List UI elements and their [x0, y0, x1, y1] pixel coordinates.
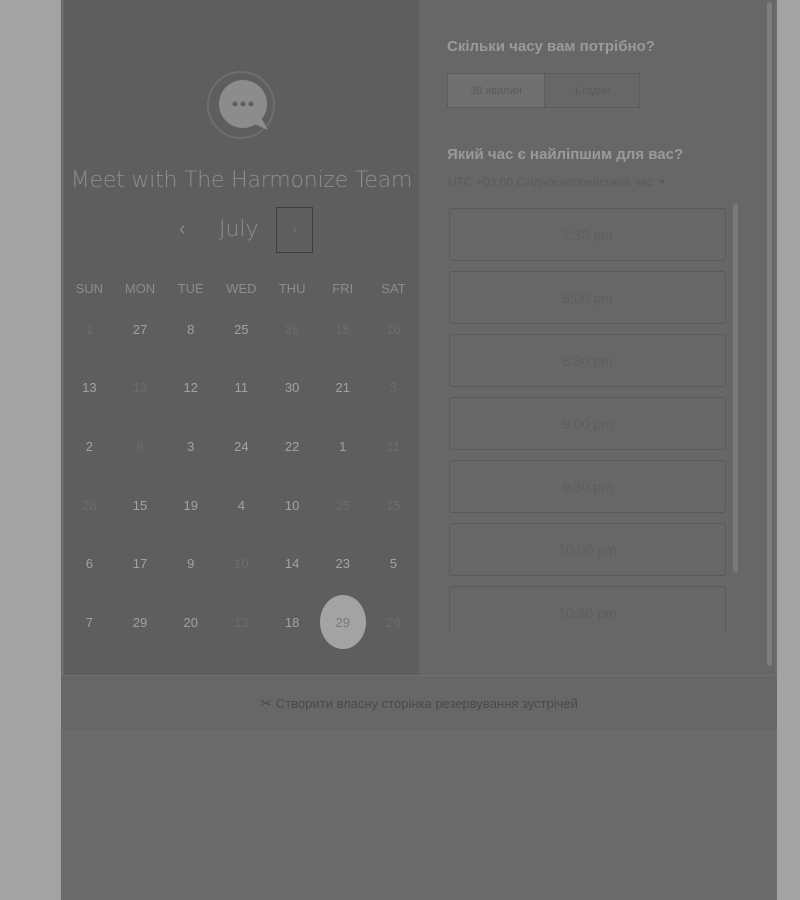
next-month-button[interactable]: ›: [276, 207, 313, 253]
month-navigation: ‹ July ›: [64, 206, 419, 254]
calendar-day: 3: [389, 380, 398, 396]
calendar-day: 13: [234, 614, 249, 630]
page-title: Meet with The Harmonize Team: [70, 168, 413, 193]
calendar-day: 18: [335, 321, 351, 337]
calendar-day[interactable]: 20: [165, 615, 216, 630]
calendar-day[interactable]: 29: [115, 615, 166, 630]
calendar-day[interactable]: 24: [216, 439, 267, 454]
footer-link-text: Створити власну сторінка резервування зу…: [275, 695, 578, 711]
calendar-day: 25: [335, 497, 351, 513]
chat-bubble-icon: [206, 64, 276, 146]
calendar-day[interactable]: 6: [64, 556, 115, 571]
time-slot-button[interactable]: 10:00 pm: [449, 523, 726, 576]
calendar-week: 6 17 9 10 14 23 5: [64, 534, 419, 593]
calendar-day[interactable]: 25: [216, 322, 267, 337]
calendar-day: 1: [85, 321, 93, 337]
calendar-day: 10: [234, 556, 249, 572]
calendar-week: 1 27 8 25 26 18 16: [64, 300, 419, 359]
calendar-day[interactable]: 1: [317, 439, 368, 454]
calendar-week: 28 15 19 4 10 25 15: [64, 476, 419, 535]
calendar-day: 11: [386, 438, 401, 454]
weekday-label: FRI: [332, 281, 354, 296]
calendar-day[interactable]: 5: [368, 556, 419, 571]
timezone-label: UTC +03:00 Східноєвропейський час: [448, 175, 653, 189]
calendar-day[interactable]: 8: [165, 322, 216, 337]
month-label: July: [219, 217, 259, 242]
calendar-week: 13 13 12 11 30 21 3: [64, 359, 419, 418]
calendar-day[interactable]: 30: [267, 380, 318, 395]
time-slot-button[interactable]: 7:30 pm: [449, 208, 726, 261]
scissors-icon: ✂: [260, 694, 272, 711]
chevron-left-icon[interactable]: ‹: [179, 218, 186, 241]
duration-30min-button[interactable]: 30 хвилин: [448, 74, 545, 107]
calendar-day[interactable]: 12: [165, 380, 216, 395]
duration-question: Скільки часу вам потрібно?: [447, 38, 655, 55]
calendar-day[interactable]: 10: [267, 498, 318, 513]
footer: ✂ Створити власну сторінка резервування …: [61, 675, 777, 730]
selected-day-label: 29: [319, 595, 366, 650]
duration-selector: 30 хвилин 1 годин: [447, 73, 640, 108]
calendar-day[interactable]: 18: [267, 615, 318, 630]
calendar-day: 28: [82, 497, 97, 513]
time-slot-list: 7:30 pm 8:00 pm 8:30 pm 9:00 pm 9:30 pm 10:00…: [449, 208, 726, 633]
calendar-week: 2 6 3 24 22 1 11: [64, 417, 419, 476]
timezone-selector[interactable]: UTC +03:00 Східноєвропейський час ▼: [448, 175, 667, 189]
time-slot-button[interactable]: 9:00 pm: [449, 397, 726, 450]
create-booking-page-link[interactable]: ✂ Створити власну сторінка резервування …: [260, 695, 578, 712]
weekday-label: TUE: [177, 281, 204, 296]
calendar-day[interactable]: 11: [216, 380, 267, 395]
calendar-week: 7 29 20 13 18 29 26: [64, 593, 419, 652]
time-slot-scrollbar[interactable]: [733, 204, 738, 572]
weekday-label: THU: [278, 281, 306, 296]
calendar-day[interactable]: 27: [115, 322, 166, 337]
caret-down-icon: ▼: [657, 177, 667, 187]
calendar-day[interactable]: 14: [267, 556, 318, 571]
chevron-right-icon: ›: [291, 221, 298, 238]
page-scrollbar[interactable]: [767, 2, 772, 666]
calendar-day[interactable]: 23: [317, 556, 368, 571]
calendar-day[interactable]: 19: [165, 498, 216, 513]
calendar-day[interactable]: 17: [115, 556, 166, 571]
calendar-day: 15: [386, 497, 401, 513]
calendar-day[interactable]: 13: [64, 380, 115, 395]
calendar-day: 13: [132, 380, 148, 396]
calendar-day[interactable]: 22: [267, 439, 318, 454]
calendar-day[interactable]: 9: [165, 556, 216, 571]
calendar-day[interactable]: 2: [64, 439, 115, 454]
calendar-day[interactable]: 4: [216, 498, 267, 513]
weekday-label: MON: [124, 281, 156, 296]
time-slot-button[interactable]: 9:30 pm: [449, 460, 726, 513]
weekday-label: WED: [226, 281, 257, 296]
calendar-day: 26: [386, 614, 401, 630]
calendar-day[interactable]: 15: [115, 498, 166, 513]
calendar-day[interactable]: 21: [317, 380, 368, 395]
calendar-day: 6: [136, 438, 144, 454]
calendar-day: 16: [386, 321, 401, 337]
time-question: Який час є найліпшим для вас?: [447, 146, 684, 163]
time-slot-button[interactable]: 10:30 pm: [449, 586, 726, 633]
selected-day[interactable]: 29: [317, 595, 368, 650]
duration-1hour-button[interactable]: 1 годин: [545, 74, 639, 107]
calendar-day[interactable]: 7: [64, 615, 115, 630]
weekday-label: SUN: [75, 281, 104, 296]
calendar-day: 26: [284, 321, 300, 337]
time-slot-button[interactable]: 8:00 pm: [449, 271, 726, 324]
calendar-grid: 1 27 8 25 26 18 16 13 13 12 11 30 21 3 2 6 3 24 22 1 11 28 15 1…: [64, 300, 419, 652]
time-slot-button[interactable]: 8:30 pm: [449, 334, 726, 387]
calendar-day[interactable]: 3: [165, 439, 216, 454]
weekday-header: SUN MON TUE WED THU FRI SAT: [64, 281, 419, 301]
weekday-label: SAT: [381, 281, 406, 296]
